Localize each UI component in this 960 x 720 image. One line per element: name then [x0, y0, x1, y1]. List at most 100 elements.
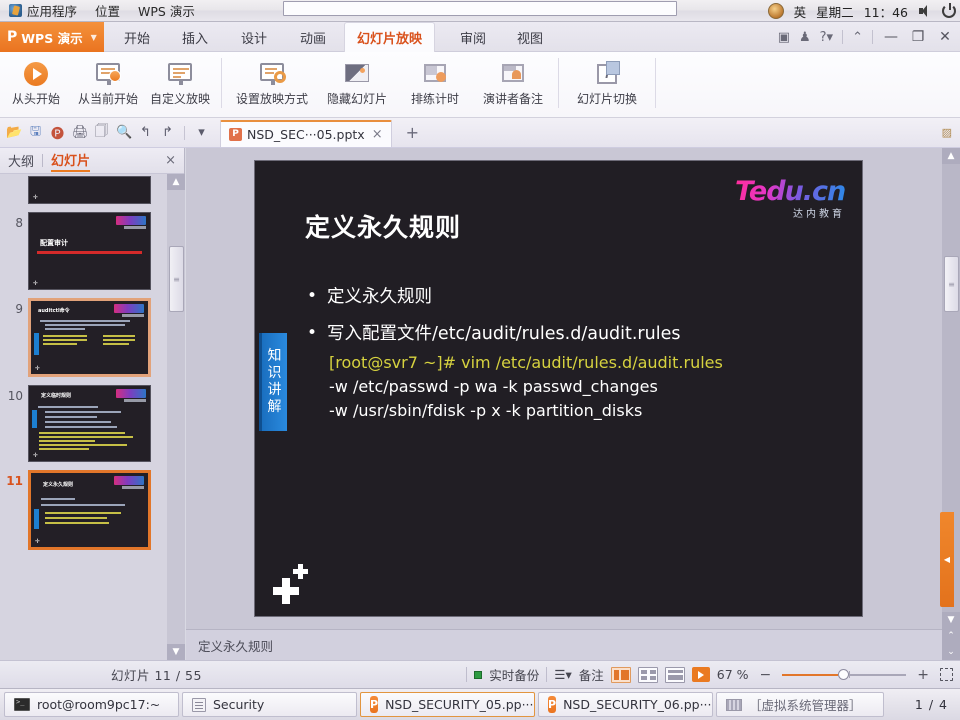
setup-slideshow-button[interactable]: 设置放映方式: [227, 56, 317, 114]
presenter-notes-button[interactable]: 演讲者备注: [473, 56, 553, 114]
gnome-menu-wps-label: WPS 演示: [138, 4, 195, 19]
thumbnail-preview[interactable]: ✛: [28, 176, 151, 204]
customize-caret-icon[interactable]: ▾: [194, 125, 209, 140]
divider: [546, 667, 548, 682]
thumbnail-item-8[interactable]: 8 配置审计 ✛: [0, 208, 167, 294]
slide-title[interactable]: 定义永久规则: [305, 208, 461, 244]
notes-text: 定义永久规则: [198, 638, 274, 654]
power-icon[interactable]: [942, 3, 956, 18]
new-tab-button[interactable]: +: [406, 123, 419, 142]
print-preview-icon[interactable]: 🗍: [94, 122, 109, 144]
undo-icon[interactable]: ↰: [138, 125, 153, 140]
tab-strip-end-icon[interactable]: ▨: [942, 126, 960, 139]
slideshow-icon[interactable]: [691, 667, 710, 682]
scrollbar-thumb[interactable]: ≡: [944, 256, 959, 312]
gnome-menu-wps[interactable]: WPS 演示: [129, 0, 204, 22]
tab-review[interactable]: 审阅: [448, 22, 498, 52]
user-avatar[interactable]: [767, 3, 784, 19]
open-icon[interactable]: 📂: [6, 125, 22, 140]
notes-toggle-label[interactable]: 备注: [579, 665, 604, 684]
export-pdf-icon[interactable]: 🅟: [50, 123, 65, 142]
plus-shapes-decoration: [273, 564, 313, 604]
thumbnail-item-11[interactable]: 11 定义永久规则 ✛: [0, 466, 167, 553]
tedu-logo-icon: [114, 303, 144, 317]
print-icon[interactable]: 🖨: [72, 125, 89, 140]
redo-icon[interactable]: ↱: [160, 125, 175, 140]
tab-animation[interactable]: 动画: [288, 22, 338, 52]
gnome-menu-places[interactable]: 位置: [86, 0, 129, 22]
fit-to-window-icon[interactable]: [940, 668, 953, 681]
slide-transition-button[interactable]: i 幻灯片切换: [564, 56, 650, 114]
find-icon[interactable]: 🔍: [116, 125, 132, 140]
tab-outline[interactable]: 大纲: [8, 151, 34, 171]
chevron-down-icon[interactable]: ▼: [91, 33, 97, 42]
normal-view-icon[interactable]: [610, 666, 631, 683]
scroll-up-icon[interactable]: ▲: [942, 148, 960, 164]
zoom-slider[interactable]: [782, 669, 907, 680]
hide-slide-icon: [344, 61, 370, 87]
close-button[interactable]: ✕: [936, 29, 954, 45]
thumbnail-preview[interactable]: 配置审计 ✛: [28, 212, 151, 290]
volume-icon[interactable]: [918, 4, 932, 18]
slide-bullet-list[interactable]: • 定义永久规则 • 写入配置文件/etc/audit/rules.d/audi…: [307, 286, 832, 359]
slide-code-block[interactable]: [root@svr7 ~]# vim /etc/audit/rules.d/au…: [329, 351, 723, 423]
minimize-button[interactable]: —: [882, 29, 900, 45]
thumbnail-preview-selected[interactable]: 定义永久规则 ✛: [28, 470, 151, 550]
scrollbar-thumb[interactable]: ≡: [169, 246, 184, 312]
help-icon[interactable]: ?▾: [820, 30, 833, 45]
thumbnail-item-10[interactable]: 10 定义临时规则 ✛: [0, 381, 167, 467]
close-icon[interactable]: ×: [165, 153, 176, 168]
scroll-down-icon[interactable]: ▼: [167, 644, 185, 660]
document-mode-icon[interactable]: ▣: [778, 30, 790, 45]
tab-slides[interactable]: 幻灯片: [51, 150, 91, 172]
scroll-down-icon[interactable]: ▼: [942, 612, 960, 628]
thumbnail-item-9[interactable]: 9 auditctl命令 ✛: [0, 294, 167, 381]
slide-thumbnail-list[interactable]: ✛ 8 配置审计 ✛ 9 auditctl命令 ✛ 10 定义临时规则 ✛ 11…: [0, 174, 167, 660]
restore-button[interactable]: ❐: [909, 29, 927, 45]
active-slide-canvas[interactable]: Tedu.cn 达内教育 定义永久规则 • 定义永久规则 • 写入配置文件/et…: [255, 161, 862, 616]
rehearse-timing-button[interactable]: 排练计时: [397, 56, 473, 114]
zoom-out-button[interactable]: −: [756, 667, 776, 683]
tab-start[interactable]: 开始: [112, 22, 162, 52]
save-icon[interactable]: 🖫: [28, 122, 43, 144]
thumbnail-preview[interactable]: auditctl命令 ✛: [28, 297, 151, 377]
hide-slide-button[interactable]: 隐藏幻灯片: [317, 56, 397, 114]
custom-slideshow-button[interactable]: 自定义放映: [144, 56, 216, 114]
gnome-search-field[interactable]: [283, 1, 677, 16]
taskbar-item-ppt-05[interactable]: P NSD_SECURITY_05.pp···: [360, 692, 535, 717]
notes-toggle-icon[interactable]: ☰▾: [554, 667, 571, 682]
previous-slide-icon[interactable]: ⌃: [942, 628, 960, 644]
wps-app-menu-button[interactable]: P WPS 演示 ▼: [0, 22, 104, 52]
zoom-in-button[interactable]: +: [913, 667, 933, 683]
slide-sorter-icon[interactable]: [637, 666, 658, 683]
document-tab-nsd-security-05[interactable]: P NSD_SEC···05.pptx ×: [220, 120, 392, 147]
taskbar-item-label: NSD_SECURITY_05.pp···: [385, 697, 534, 712]
scroll-up-icon[interactable]: ▲: [167, 174, 185, 190]
taskbar-item-virt-manager[interactable]: ［虚拟系统管理器］: [716, 692, 884, 717]
collapse-ribbon-icon[interactable]: ⌃: [852, 30, 863, 45]
gnome-menu-applications[interactable]: 应用程序: [0, 0, 86, 22]
task-pane-toggle[interactable]: ◀: [940, 512, 954, 607]
notes-pane[interactable]: 定义永久规则: [186, 629, 942, 660]
start-from-beginning-button[interactable]: 从头开始: [0, 56, 72, 114]
workspace-switcher[interactable]: 1 / 4: [915, 697, 956, 712]
taskbar-item-security[interactable]: Security: [182, 692, 357, 717]
thumbnail-item-7[interactable]: ✛: [0, 174, 167, 208]
realtime-backup-label[interactable]: 实时备份: [489, 665, 539, 684]
input-method-indicator[interactable]: 英: [794, 2, 807, 21]
next-slide-icon[interactable]: ⌄: [942, 644, 960, 660]
zoom-slider-handle[interactable]: [838, 669, 850, 680]
taskbar-item-terminal[interactable]: root@room9pc17:~: [4, 692, 179, 717]
reading-view-icon[interactable]: [664, 666, 685, 683]
cloud-shirt-icon[interactable]: ♟: [799, 30, 811, 45]
thumbnail-preview[interactable]: 定义临时规则 ✛: [28, 384, 151, 463]
taskbar-item-ppt-06[interactable]: P NSD_SECURITY_06.pp···: [538, 692, 713, 717]
close-icon[interactable]: ×: [372, 127, 383, 142]
document-tab-label: NSD_SEC···05.pptx: [247, 127, 365, 142]
tab-insert[interactable]: 插入: [170, 22, 220, 52]
tab-slideshow[interactable]: 幻灯片放映: [344, 22, 436, 52]
start-from-current-button[interactable]: 从当前开始: [72, 56, 144, 114]
thumbnail-scrollbar[interactable]: ▲ ≡ ▼: [167, 174, 185, 660]
tab-view[interactable]: 视图: [505, 22, 555, 52]
tab-design[interactable]: 设计: [229, 22, 279, 52]
